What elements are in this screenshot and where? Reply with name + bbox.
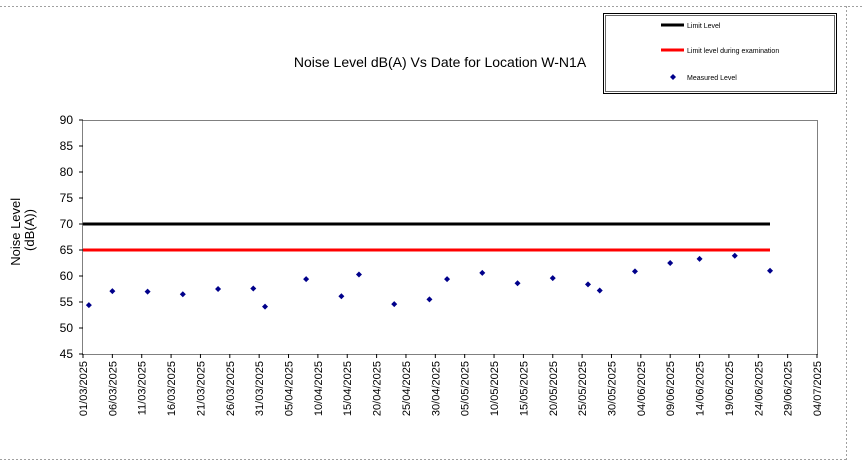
y-tick-label: 90	[60, 113, 74, 127]
y-tick-label: 45	[60, 347, 74, 361]
x-tick-label: 19/06/2025	[724, 361, 736, 416]
y-axis: 45 50 55 60 65 70 75 80 85 90	[60, 113, 83, 361]
y-axis-label-line1: Noise Level	[8, 198, 23, 266]
y-tick-label: 50	[60, 321, 74, 335]
legend: Limit Level Limit level during examinati…	[603, 13, 837, 94]
legend-label-measured: Measured Level	[687, 75, 737, 82]
chart-area: Noise Level dB(A) Vs Date for Location W…	[0, 6, 864, 460]
x-tick-label: 09/06/2025	[665, 361, 677, 416]
legend-label-limit-exam: Limit level during examination	[687, 48, 779, 55]
y-tick-label: 65	[60, 243, 74, 257]
x-tick-label: 04/07/2025	[812, 361, 824, 416]
x-tick-label: 04/06/2025	[636, 361, 648, 416]
x-tick-label: 25/05/2025	[577, 361, 589, 416]
x-tick-label: 20/05/2025	[548, 361, 560, 416]
y-tick-label: 55	[60, 295, 74, 309]
x-tick-label: 10/05/2025	[489, 361, 501, 416]
legend-label-limit-level: Limit Level	[687, 23, 721, 30]
x-tick-label: 05/04/2025	[284, 361, 296, 416]
y-tick-label: 85	[60, 139, 74, 153]
x-tick-label: 30/05/2025	[606, 361, 618, 416]
x-tick-label: 24/06/2025	[753, 361, 765, 416]
x-tick-label: 20/04/2025	[372, 361, 384, 416]
y-axis-label: Noise Level (dB(A))	[8, 194, 37, 266]
x-tick-label: 16/03/2025	[166, 361, 178, 416]
x-tick-label: 05/05/2025	[460, 361, 472, 416]
x-tick-label: 25/04/2025	[401, 361, 413, 416]
x-tick-label: 10/04/2025	[313, 361, 325, 416]
y-axis-label-line2: (dB(A))	[22, 209, 37, 251]
x-tick-label: 29/06/2025	[783, 361, 795, 416]
x-tick-label: 15/05/2025	[518, 361, 530, 416]
plot-area	[82, 120, 818, 355]
x-tick-label: 11/03/2025	[137, 361, 149, 415]
x-tick-label: 01/03/2025	[78, 361, 90, 416]
y-tick-label: 75	[60, 191, 74, 205]
x-tick-label: 06/03/2025	[107, 361, 119, 416]
x-axis: 01/03/2025 06/03/2025 11/03/2025 16/03/2025…	[78, 354, 824, 416]
y-tick-label: 80	[60, 165, 74, 179]
y-tick-label: 60	[60, 269, 74, 283]
x-tick-label: 31/03/2025	[254, 361, 266, 416]
x-tick-label: 26/03/2025	[225, 361, 237, 416]
x-tick-label: 15/04/2025	[342, 361, 354, 416]
chart-title: Noise Level dB(A) Vs Date for Location W…	[294, 54, 587, 70]
y-tick-label: 70	[60, 217, 74, 231]
x-tick-label: 14/06/2025	[695, 361, 707, 416]
x-tick-label: 21/03/2025	[195, 361, 207, 416]
x-tick-label: 30/04/2025	[430, 361, 442, 416]
